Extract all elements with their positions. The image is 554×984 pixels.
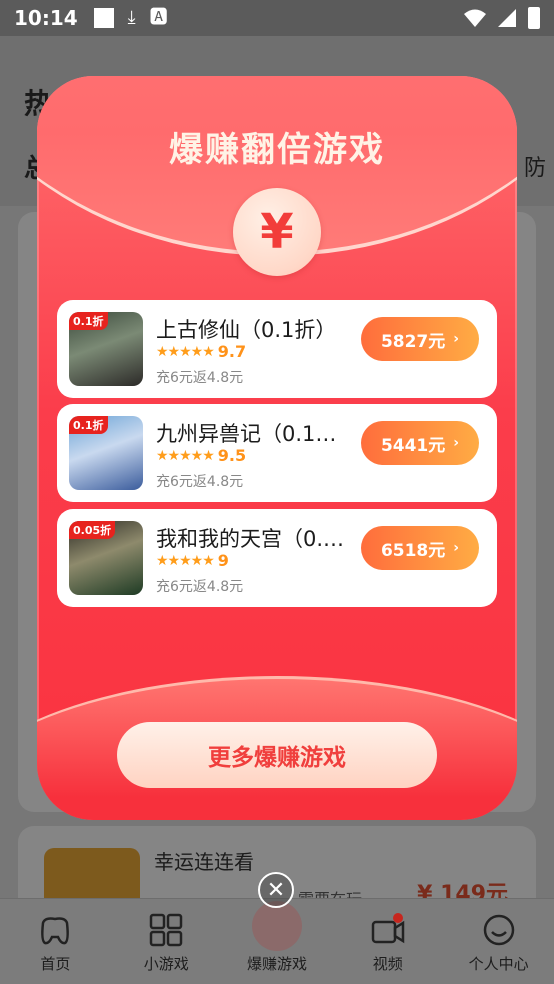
tab-mini-games[interactable]: 小游戏 xyxy=(111,899,222,984)
red-packet-icon xyxy=(251,901,302,951)
bottom-tab-bar: 首页 小游戏 爆赚游戏 视频 个人中心 xyxy=(0,898,554,984)
chevron-right-icon: › xyxy=(453,540,460,556)
game-name: 九州异兽记（0.1折） xyxy=(156,422,356,446)
tab-video-label: 视频 xyxy=(372,955,403,973)
star-rating-icon: ★★★★★ xyxy=(156,447,215,464)
game-price: 5827元 xyxy=(380,331,446,352)
hot-games-modal: 爆赚翻倍游戏 ¥ 0.1折 上古修仙（0.1折） ★★★★★ 9.7 充6元返4… xyxy=(37,76,517,820)
signal-icon xyxy=(498,9,516,27)
game-score: 9.5 xyxy=(217,446,247,465)
tab-mini-games-label: 小游戏 xyxy=(143,955,189,973)
profile-icon xyxy=(483,914,514,946)
game-thumbnail: 0.05折 xyxy=(69,521,143,595)
more-games-button[interactable]: 更多爆赚游戏 xyxy=(117,722,437,788)
game-price: 6518元 xyxy=(380,540,446,561)
close-icon[interactable]: ✕ xyxy=(258,872,294,908)
tab-hot-games-label: 爆赚游戏 xyxy=(246,955,307,973)
tab-profile[interactable]: 个人中心 xyxy=(443,899,554,984)
grid-icon xyxy=(149,913,183,947)
status-time: 10:14 xyxy=(14,6,78,30)
game-score: 9 xyxy=(217,551,229,570)
video-icon xyxy=(371,913,405,944)
game-rebate-note: 充6元返4.8元 xyxy=(156,370,244,386)
tab-hot-games[interactable]: 爆赚游戏 xyxy=(222,899,333,984)
game-rating: ★★★★★ 9.7 xyxy=(156,342,246,361)
discount-badge: 0.1折 xyxy=(69,416,108,434)
tab-video[interactable]: 视频 xyxy=(332,899,443,984)
background-subtitle-right: 防 xyxy=(523,156,546,181)
a-icon: 🅰 xyxy=(149,7,168,28)
chevron-right-icon: › xyxy=(453,331,460,347)
download-icon: ⤓ xyxy=(127,7,136,28)
discount-badge: 0.1折 xyxy=(69,312,108,330)
game-price-button[interactable]: 5827元 › xyxy=(361,317,479,361)
game-card[interactable]: 0.1折 九州异兽记（0.1折） ★★★★★ 9.5 充6元返4.8元 5441… xyxy=(57,404,497,502)
tab-home-label: 首页 xyxy=(40,955,71,973)
modal-title: 爆赚翻倍游戏 xyxy=(169,130,385,170)
game-name: 上古修仙（0.1折） xyxy=(156,318,337,342)
notification-icon xyxy=(93,8,114,28)
yuan-symbol: ¥ xyxy=(260,204,294,260)
yuan-coin-icon: ¥ xyxy=(233,188,321,276)
game-thumbnail: 0.1折 xyxy=(69,312,143,386)
gamepad-icon xyxy=(41,917,70,945)
background-game-name: 幸运连连看 xyxy=(154,850,254,874)
discount-badge: 0.05折 xyxy=(69,521,116,539)
star-rating-icon: ★★★★★ xyxy=(156,552,215,569)
star-rating-icon: ★★★★★ xyxy=(156,343,215,360)
game-name: 我和我的天宫（0.0... xyxy=(156,527,356,551)
chevron-right-icon: › xyxy=(453,435,460,451)
game-price-button[interactable]: 5441元 › xyxy=(361,421,479,465)
tab-home[interactable]: 首页 xyxy=(0,899,111,984)
game-rebate-note: 充6元返4.8元 xyxy=(156,579,244,595)
game-thumbnail: 0.1折 xyxy=(69,416,143,490)
tab-profile-label: 个人中心 xyxy=(468,955,529,973)
game-card[interactable]: 0.05折 我和我的天宫（0.0... ★★★★★ 9 充6元返4.8元 651… xyxy=(57,509,497,607)
game-rating: ★★★★★ 9.5 xyxy=(156,446,246,465)
game-score: 9.7 xyxy=(217,342,247,361)
status-bar: 10:14 ⤓ 🅰 xyxy=(0,0,554,36)
game-rating: ★★★★★ 9 xyxy=(156,551,229,570)
game-price-button[interactable]: 6518元 › xyxy=(361,526,479,570)
wifi-icon xyxy=(464,9,486,27)
game-rebate-note: 充6元返4.8元 xyxy=(156,474,244,490)
game-price: 5441元 xyxy=(380,435,446,456)
game-card[interactable]: 0.1折 上古修仙（0.1折） ★★★★★ 9.7 充6元返4.8元 5827元… xyxy=(57,300,497,398)
battery-icon xyxy=(528,7,540,29)
